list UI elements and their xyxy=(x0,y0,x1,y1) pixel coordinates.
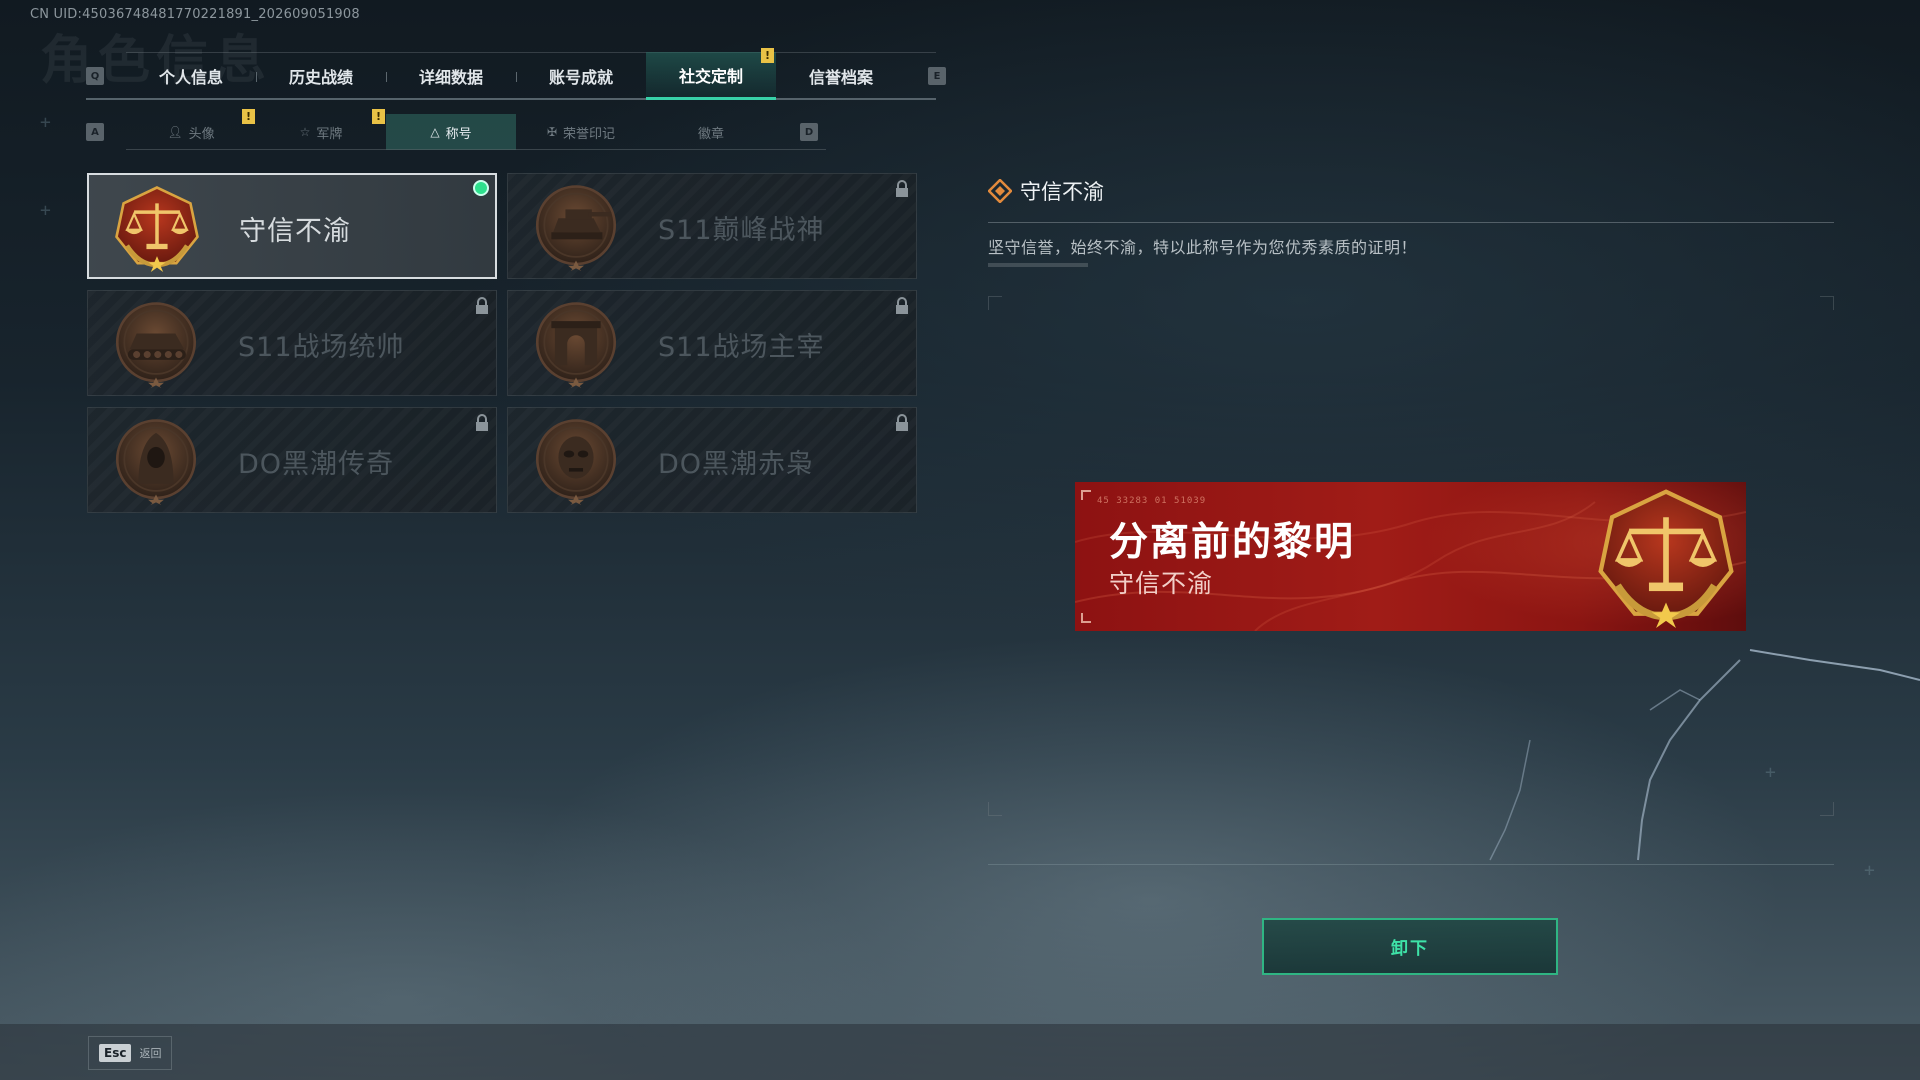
subtab-honor-mark-label: 荣誉印记 xyxy=(563,126,616,142)
banner-corner xyxy=(1081,490,1091,500)
detail-title: 守信不渝 xyxy=(1020,180,1104,204)
lock-icon xyxy=(896,297,908,314)
lock-icon xyxy=(476,414,488,431)
scales-emblem xyxy=(113,184,201,272)
detail-title-row: 守信不渝 xyxy=(988,176,1104,206)
title-card[interactable]: S11战场统帅 xyxy=(87,290,497,396)
tab-detailed-data[interactable]: 详细数据 xyxy=(386,52,516,100)
title-name: S11战场统帅 xyxy=(238,331,405,363)
title-name: DO黑潮传奇 xyxy=(238,448,395,480)
frame-corner xyxy=(988,296,1002,310)
detail-description: 坚守信誉，始终不渝，特以此称号作为您优秀素质的证明！ xyxy=(988,238,1418,257)
tab-personal-info[interactable]: 个人信息 xyxy=(126,52,256,100)
back-label: 返回 xyxy=(139,1047,162,1060)
esc-key-hint: Esc xyxy=(99,1044,132,1062)
frame-corner xyxy=(988,802,1002,816)
lock-icon xyxy=(896,180,908,197)
alert-icon: ! xyxy=(372,109,385,124)
subtab-avatar-label: 头像 xyxy=(188,126,215,142)
sub-tab-bar: A 👤︎ 头像 ! ☆ 军牌 ! △ 称号 ✠ 荣誉印记 徽章 D xyxy=(86,109,826,150)
subtab-title-label: 称号 xyxy=(445,126,472,142)
title-name: S11战场主宰 xyxy=(658,331,825,363)
a-key-hint[interactable]: A xyxy=(86,123,104,141)
triangle-icon: △ xyxy=(430,125,440,139)
banner-code: 45 33283 01 51039 xyxy=(1097,496,1207,506)
e-key-hint[interactable]: E xyxy=(928,67,946,85)
divider xyxy=(988,263,1088,267)
tab-achievements[interactable]: 账号成就 xyxy=(516,52,646,100)
tank-turret-emblem xyxy=(532,183,620,271)
skull-mask-emblem xyxy=(532,417,620,505)
title-name: DO黑潮赤枭 xyxy=(658,448,815,480)
footer-bar xyxy=(0,1024,1920,1080)
apc-emblem xyxy=(112,300,200,388)
alert-icon: ! xyxy=(761,48,774,63)
scales-emblem xyxy=(1595,486,1737,628)
dogtag-icon: ☆ xyxy=(299,125,311,139)
divider xyxy=(988,222,1834,223)
arch-emblem xyxy=(532,300,620,388)
frame-corner xyxy=(1820,296,1834,310)
d-key-hint[interactable]: D xyxy=(800,123,818,141)
banner-subtitle: 守信不渝 xyxy=(1109,569,1214,598)
subtab-dogtag[interactable]: ☆ 军牌 xyxy=(256,114,386,150)
title-name: 守信不渝 xyxy=(239,215,351,247)
subtab-title[interactable]: △ 称号 xyxy=(386,114,516,150)
unequip-button[interactable]: 卸下 xyxy=(1262,918,1558,975)
banner-corner xyxy=(1081,613,1091,623)
diamond-icon xyxy=(988,179,1012,203)
lock-icon xyxy=(896,414,908,431)
lock-icon xyxy=(476,297,488,314)
wings-icon: ✠ xyxy=(546,125,558,139)
subtab-honor-mark[interactable]: ✠ 荣誉印记 xyxy=(516,114,646,150)
deco-cross: + xyxy=(40,200,51,221)
title-banner-preview: 45 33283 01 51039 分离前的黎明 守信不渝 xyxy=(1075,482,1746,631)
subtab-avatar[interactable]: 👤︎ 头像 xyxy=(126,114,256,150)
title-card[interactable]: DO黑潮传奇 xyxy=(87,407,497,513)
tab-match-history[interactable]: 历史战绩 xyxy=(256,52,386,100)
alert-icon: ! xyxy=(242,109,255,124)
title-card[interactable]: S11战场主宰 xyxy=(507,290,917,396)
hooded-figure-emblem xyxy=(112,417,200,505)
title-card[interactable]: DO黑潮赤枭 xyxy=(507,407,917,513)
banner-title: 分离前的黎明 xyxy=(1109,520,1356,565)
main-tab-bar: Q 个人信息 历史战绩 详细数据 账号成就 社交定制 ! 信誉档案 E xyxy=(86,48,946,100)
equipped-indicator-icon xyxy=(473,180,489,196)
title-card[interactable]: 守信不渝 xyxy=(87,173,497,279)
person-icon: 👤︎ xyxy=(167,125,183,139)
back-button[interactable]: Esc 返回 xyxy=(88,1036,172,1070)
tab-social-customization[interactable]: 社交定制 xyxy=(646,52,776,100)
deco-cross: + xyxy=(40,112,51,133)
subtab-dogtag-label: 军牌 xyxy=(316,126,343,142)
title-name: S11巅峰战神 xyxy=(658,214,825,246)
q-key-hint[interactable]: Q xyxy=(86,67,104,85)
tab-credit-record[interactable]: 信誉档案 xyxy=(776,52,906,100)
subtab-badge[interactable]: 徽章 xyxy=(646,114,776,150)
lightning-decoration xyxy=(1489,649,1920,861)
title-card[interactable]: S11巅峰战神 xyxy=(507,173,917,279)
